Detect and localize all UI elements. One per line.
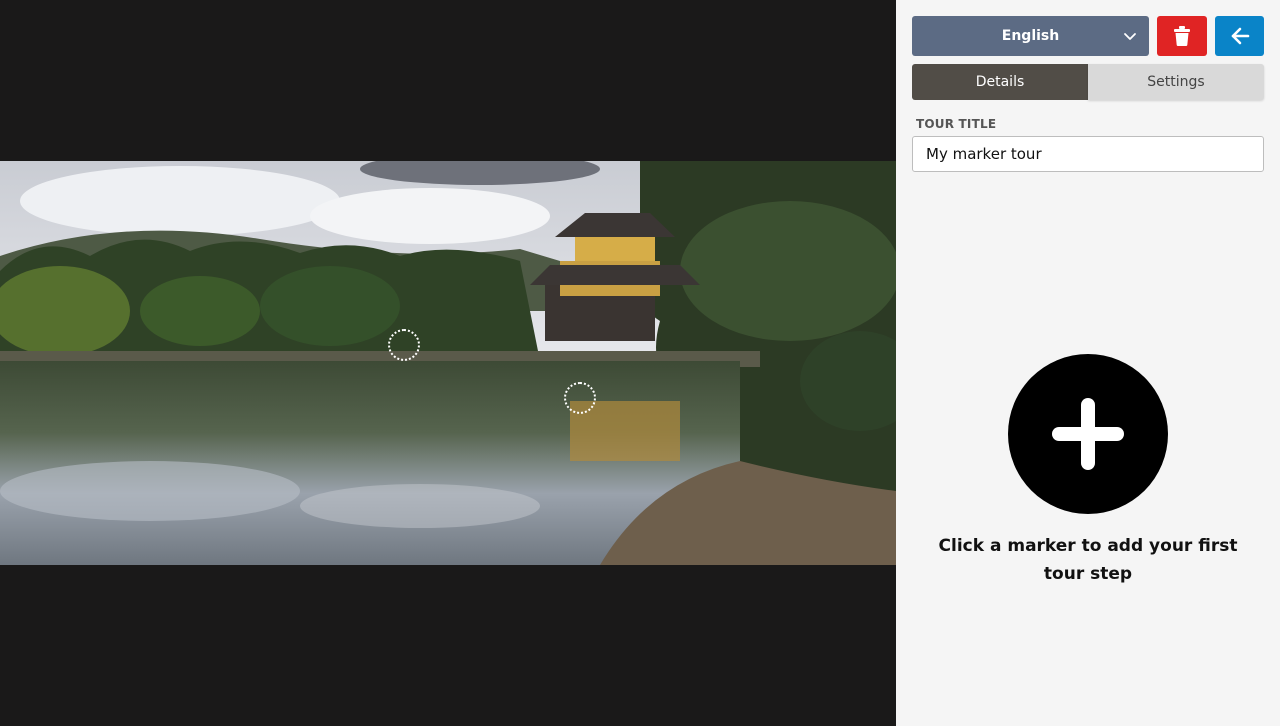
add-step-button[interactable]	[1008, 354, 1168, 514]
plus-icon	[1052, 398, 1124, 470]
editor-sidebar: English Details Settings TOUR TITLE Clic…	[896, 0, 1280, 726]
chevron-down-icon	[1124, 33, 1136, 40]
tab-settings[interactable]: Settings	[1088, 64, 1264, 100]
back-button[interactable]	[1215, 16, 1264, 56]
tour-title-input[interactable]	[912, 136, 1264, 172]
trash-icon	[1174, 26, 1190, 46]
delete-button[interactable]	[1157, 16, 1207, 56]
tab-details[interactable]: Details	[912, 64, 1088, 100]
tour-marker[interactable]	[388, 329, 420, 361]
editor-tabs: Details Settings	[912, 64, 1264, 100]
panorama-image[interactable]	[0, 161, 896, 565]
tour-marker[interactable]	[564, 382, 596, 414]
panorama-scene	[0, 161, 896, 565]
language-select-label: English	[1001, 28, 1060, 44]
empty-state-message: Click a marker to add your first tour st…	[938, 536, 1238, 584]
language-select[interactable]: English	[912, 16, 1149, 56]
panorama-viewer[interactable]	[0, 0, 896, 726]
tour-title-label: TOUR TITLE	[916, 117, 997, 131]
arrow-left-icon	[1231, 27, 1249, 45]
